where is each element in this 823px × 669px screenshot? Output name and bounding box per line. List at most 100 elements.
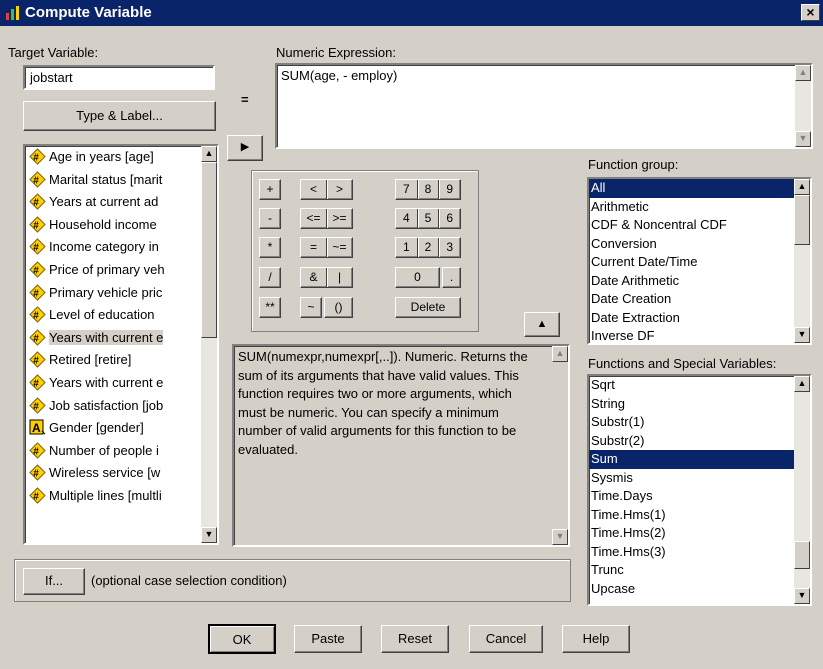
function-item[interactable]: Time.Hms(3)	[589, 543, 810, 562]
variable-list-item[interactable]: # Age in years [age]	[25, 146, 217, 169]
function-item[interactable]: Sum	[589, 450, 810, 469]
paste-button[interactable]: Paste	[294, 625, 362, 653]
scroll-down-icon[interactable]: ▼	[201, 527, 217, 543]
operator-key[interactable]: &	[301, 268, 327, 287]
function-item[interactable]: Time.Hms(2)	[589, 524, 810, 543]
decimal-key[interactable]: .	[442, 267, 461, 288]
operator-key[interactable]: /	[259, 267, 281, 288]
scroll-down-icon[interactable]: ▼	[552, 529, 568, 545]
digit-key[interactable]: 3	[439, 238, 460, 257]
variable-list-item[interactable]: # Multiple lines [multli	[25, 485, 217, 508]
move-variable-button[interactable]: ▶	[227, 135, 263, 161]
operator-key[interactable]: ()	[324, 297, 353, 318]
function-group-item[interactable]: Date Extraction	[589, 309, 810, 328]
ok-button[interactable]: OK	[208, 624, 276, 654]
operator-key[interactable]: <	[301, 180, 327, 199]
scroll-up-icon[interactable]: ▲	[794, 376, 810, 392]
variable-list-item[interactable]: # Level of education	[25, 304, 217, 327]
scroll-up-icon[interactable]: ▲	[552, 346, 568, 362]
target-variable-input[interactable]: jobstart	[23, 65, 215, 90]
digit-key[interactable]: 6	[439, 209, 460, 228]
digit-key[interactable]: 8	[418, 180, 440, 199]
variable-list-item[interactable]: # Wireless service [w	[25, 462, 217, 485]
operator-key[interactable]: **	[259, 297, 281, 318]
function-group-item[interactable]: CDF & Noncentral CDF	[589, 216, 810, 235]
variable-list-item[interactable]: # Number of people i	[25, 440, 217, 463]
help-button[interactable]: Help	[562, 625, 630, 653]
type-label-button[interactable]: Type & Label...	[23, 101, 216, 131]
scroll-thumb[interactable]	[794, 195, 810, 245]
digit-key[interactable]: 1	[396, 238, 418, 257]
variable-label: Wireless service [w	[49, 465, 161, 481]
function-item[interactable]: Trunc	[589, 561, 810, 580]
function-group-item[interactable]: Conversion	[589, 235, 810, 254]
digit-key[interactable]: 2	[418, 238, 440, 257]
variable-list-item[interactable]: # Primary vehicle pric	[25, 282, 217, 305]
variable-list-item[interactable]: # Marital status [marit	[25, 169, 217, 192]
function-group-scrollbar[interactable]: ▲ ▼	[794, 179, 810, 343]
operator-key[interactable]: +	[259, 179, 281, 200]
function-item[interactable]: Sqrt	[589, 376, 810, 395]
operator-key[interactable]: |	[327, 268, 352, 287]
scroll-up-icon[interactable]: ▲	[201, 146, 217, 162]
close-button[interactable]: ×	[801, 4, 820, 21]
function-item[interactable]: Substr(1)	[589, 413, 810, 432]
digit-key[interactable]: 9	[439, 180, 460, 199]
numeric-expression-input[interactable]: SUM(age, - employ) ▲ ▼	[275, 63, 813, 149]
operator-key[interactable]: =	[301, 238, 327, 257]
reset-button[interactable]: Reset	[381, 625, 449, 653]
title-bar[interactable]: Compute Variable ×	[0, 0, 823, 26]
scroll-down-icon[interactable]: ▼	[795, 131, 811, 147]
digit-key[interactable]: 5	[418, 209, 440, 228]
cancel-button[interactable]: Cancel	[469, 625, 543, 653]
function-item[interactable]: String	[589, 395, 810, 414]
function-group-item[interactable]: Date Creation	[589, 290, 810, 309]
operator-key[interactable]: >	[327, 180, 352, 199]
variable-list-item[interactable]: # Years with current e	[25, 372, 217, 395]
scroll-up-icon[interactable]: ▲	[794, 179, 810, 195]
variable-list-item[interactable]: # Job satisfaction [job	[25, 395, 217, 418]
digit-key[interactable]: 7	[396, 180, 418, 199]
function-group-item[interactable]: Date Arithmetic	[589, 272, 810, 291]
variable-list-item[interactable]: # Retired [retire]	[25, 349, 217, 372]
function-item[interactable]: Sysmis	[589, 469, 810, 488]
scroll-down-icon[interactable]: ▼	[794, 327, 810, 343]
operator-key[interactable]: <=	[301, 209, 327, 228]
scroll-up-icon[interactable]: ▲	[795, 65, 811, 81]
function-item[interactable]: Time.Hms(1)	[589, 506, 810, 525]
function-group-item[interactable]: Inverse DF	[589, 327, 810, 343]
variable-list-item[interactable]: # Price of primary veh	[25, 259, 217, 282]
paste-function-button[interactable]: ▲	[524, 312, 560, 337]
function-item[interactable]: Time.Days	[589, 487, 810, 506]
variable-list-item[interactable]: # Income category in	[25, 236, 217, 259]
expression-scrollbar[interactable]: ▲ ▼	[795, 65, 811, 147]
description-scrollbar[interactable]: ▲ ▼	[552, 346, 568, 545]
if-button[interactable]: If...	[23, 568, 85, 595]
digit-key[interactable]: 0	[395, 267, 440, 288]
function-group-item[interactable]: Arithmetic	[589, 198, 810, 217]
variable-list-item[interactable]: # Household income	[25, 214, 217, 237]
scroll-down-icon[interactable]: ▼	[794, 588, 810, 604]
variable-list-scrollbar[interactable]: ▲ ▼	[201, 146, 217, 543]
operator-key[interactable]: -	[259, 208, 281, 229]
scroll-thumb[interactable]	[794, 541, 810, 569]
delete-key[interactable]: Delete	[395, 297, 461, 318]
scroll-thumb[interactable]	[201, 162, 217, 338]
variable-list-item[interactable]: # Years with current e	[25, 327, 217, 350]
operator-key[interactable]: *	[259, 237, 281, 258]
operator-key[interactable]: ~	[300, 297, 322, 318]
function-item[interactable]: Substr(2)	[589, 432, 810, 451]
function-group-item[interactable]: Current Date/Time	[589, 253, 810, 272]
function-item[interactable]: Upcase	[589, 580, 810, 599]
operator-key[interactable]: ~=	[327, 238, 352, 257]
function-group-item[interactable]: All	[589, 179, 810, 198]
functions-scrollbar[interactable]: ▲ ▼	[794, 376, 810, 604]
variable-list-item[interactable]: A Gender [gender]	[25, 417, 217, 440]
operator-key[interactable]: >=	[327, 209, 352, 228]
function-group-list[interactable]: All Arithmetic CDF & Noncentral CDF Convers…	[587, 177, 812, 345]
functions-list[interactable]: Sqrt String Substr(1) Substr(2) Sum Sysmis Tim…	[587, 374, 812, 606]
variable-list-item[interactable]: # Years at current ad	[25, 191, 217, 214]
variable-list[interactable]: # Age in years [age] # Marital status [mari…	[23, 144, 219, 545]
digit-key[interactable]: 4	[396, 209, 418, 228]
variable-label: Multiple lines [multli	[49, 487, 162, 503]
